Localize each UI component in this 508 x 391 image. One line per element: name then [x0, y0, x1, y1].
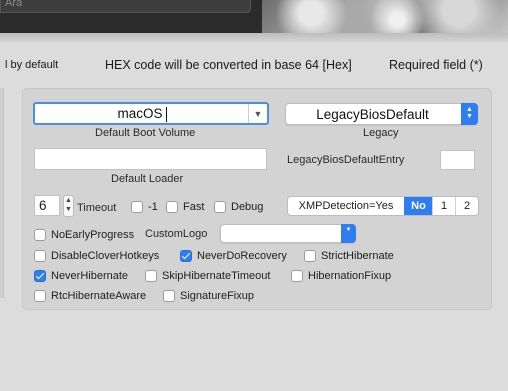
segment-xmp-yes[interactable]: XMPDetection=Yes	[288, 197, 404, 215]
chevron-down-icon: ▼	[341, 224, 356, 243]
legacy-popup[interactable]: LegacyBiosDefault ▲ ▼	[285, 103, 478, 125]
up-down-chevron-icon: ▲ ▼	[461, 103, 478, 125]
legacy-entry-label: LegacyBiosDefaultEntry	[287, 154, 405, 166]
timeout-value: 6	[39, 198, 47, 213]
xmp-detection-segmented-control: XMPDetection=Yes No 1 2	[287, 196, 479, 216]
never-do-recovery-label: NeverDoRecovery	[197, 250, 287, 262]
segment-no[interactable]: No	[404, 197, 432, 215]
required-notice: Required field (*)	[389, 58, 483, 72]
legacy-entry-field[interactable]	[440, 150, 475, 170]
hibernation-fixup-label: HibernationFixup	[308, 270, 392, 282]
checkbox-strict-hibernate[interactable]: StrictHibernate	[304, 249, 394, 263]
no-early-progress-check[interactable]	[34, 229, 46, 241]
boot-settings-group: macOS ▼ Default Boot Volume LegacyBiosDe…	[22, 88, 492, 310]
checkbox-signature-fixup[interactable]: SignatureFixup	[163, 289, 254, 303]
checkbox-never-hibernate[interactable]: NeverHibernate	[34, 269, 128, 283]
never-hibernate-label: NeverHibernate	[51, 270, 129, 282]
chevron-down-icon[interactable]: ▼	[251, 107, 265, 121]
disable-clover-hotkeys-check[interactable]	[34, 250, 46, 262]
timeout-field[interactable]: 6	[34, 195, 60, 216]
checkbox-hibernation-fixup[interactable]: HibernationFixup	[291, 269, 391, 283]
strict-hibernate-label: StrictHibernate	[321, 250, 394, 262]
timeout-label: Timeout	[77, 202, 117, 214]
debug-label: Debug	[231, 201, 264, 213]
legacy-value: LegacyBiosDefault	[316, 107, 429, 122]
signature-fixup-check[interactable]	[163, 290, 175, 302]
left-panel-edge	[0, 88, 4, 298]
custom-logo-popup[interactable]: ▼	[220, 224, 356, 243]
default-boot-volume-value: macOS	[117, 106, 163, 121]
segment-2[interactable]: 2	[455, 197, 478, 215]
text-caret	[166, 107, 167, 122]
minus-one-check[interactable]	[131, 201, 143, 213]
signature-fixup-label: SignatureFixup	[180, 290, 254, 302]
fast-check[interactable]	[166, 201, 178, 213]
legacy-label: Legacy	[363, 127, 399, 139]
checkbox-disable-clover-hotkeys[interactable]: DisableCloverHotkeys	[34, 249, 159, 263]
debug-check[interactable]	[214, 201, 226, 213]
default-boot-volume-combo[interactable]: macOS ▼	[33, 102, 269, 125]
combo-divider	[248, 104, 249, 123]
custom-logo-label: CustomLogo	[145, 228, 208, 240]
background-photo	[262, 0, 508, 33]
checkbox-never-do-recovery[interactable]: NeverDoRecovery	[180, 249, 287, 263]
checkbox-rtc-hibernate-aware[interactable]: RtcHibernateAware	[34, 289, 146, 303]
hex-notice: HEX code will be converted in base 64 [H…	[105, 58, 352, 72]
panel-top-edge	[0, 33, 508, 43]
default-loader-field[interactable]	[34, 148, 267, 170]
hibernation-fixup-check[interactable]	[291, 270, 303, 282]
strict-hibernate-check[interactable]	[304, 250, 316, 262]
search-field[interactable]: Ara	[0, 0, 251, 13]
checkbox-skip-hibernate-timeout[interactable]: SkipHibernateTimeout	[145, 269, 270, 283]
checkbox-fast[interactable]: Fast	[166, 200, 204, 214]
checkbox-debug[interactable]: Debug	[214, 200, 263, 214]
timeout-stepper[interactable]: ▲ ▼	[63, 195, 74, 217]
skip-hibernate-timeout-check[interactable]	[145, 270, 157, 282]
rtc-hibernate-aware-label: RtcHibernateAware	[51, 290, 147, 302]
top-toolbar-strip: Ara	[0, 0, 508, 33]
checkbox-no-early-progress[interactable]: NoEarlyProgress	[34, 228, 134, 242]
no-early-progress-label: NoEarlyProgress	[51, 229, 135, 241]
skip-hibernate-timeout-label: SkipHibernateTimeout	[162, 270, 271, 282]
rtc-hibernate-aware-check[interactable]	[34, 290, 46, 302]
search-placeholder: Ara	[5, 0, 23, 9]
disable-clover-hotkeys-label: DisableCloverHotkeys	[51, 250, 160, 262]
header-default-text: l by default	[5, 59, 59, 71]
fast-label: Fast	[183, 201, 205, 213]
segment-1[interactable]: 1	[432, 197, 455, 215]
default-loader-label: Default Loader	[111, 173, 184, 185]
checkbox-minus-one[interactable]: -1	[131, 200, 158, 214]
minus-one-label: -1	[148, 201, 158, 213]
never-hibernate-check[interactable]	[34, 270, 46, 282]
default-boot-volume-label: Default Boot Volume	[95, 127, 196, 139]
never-do-recovery-check[interactable]	[180, 250, 192, 262]
panel-header: l by default HEX code will be converted …	[0, 43, 508, 87]
